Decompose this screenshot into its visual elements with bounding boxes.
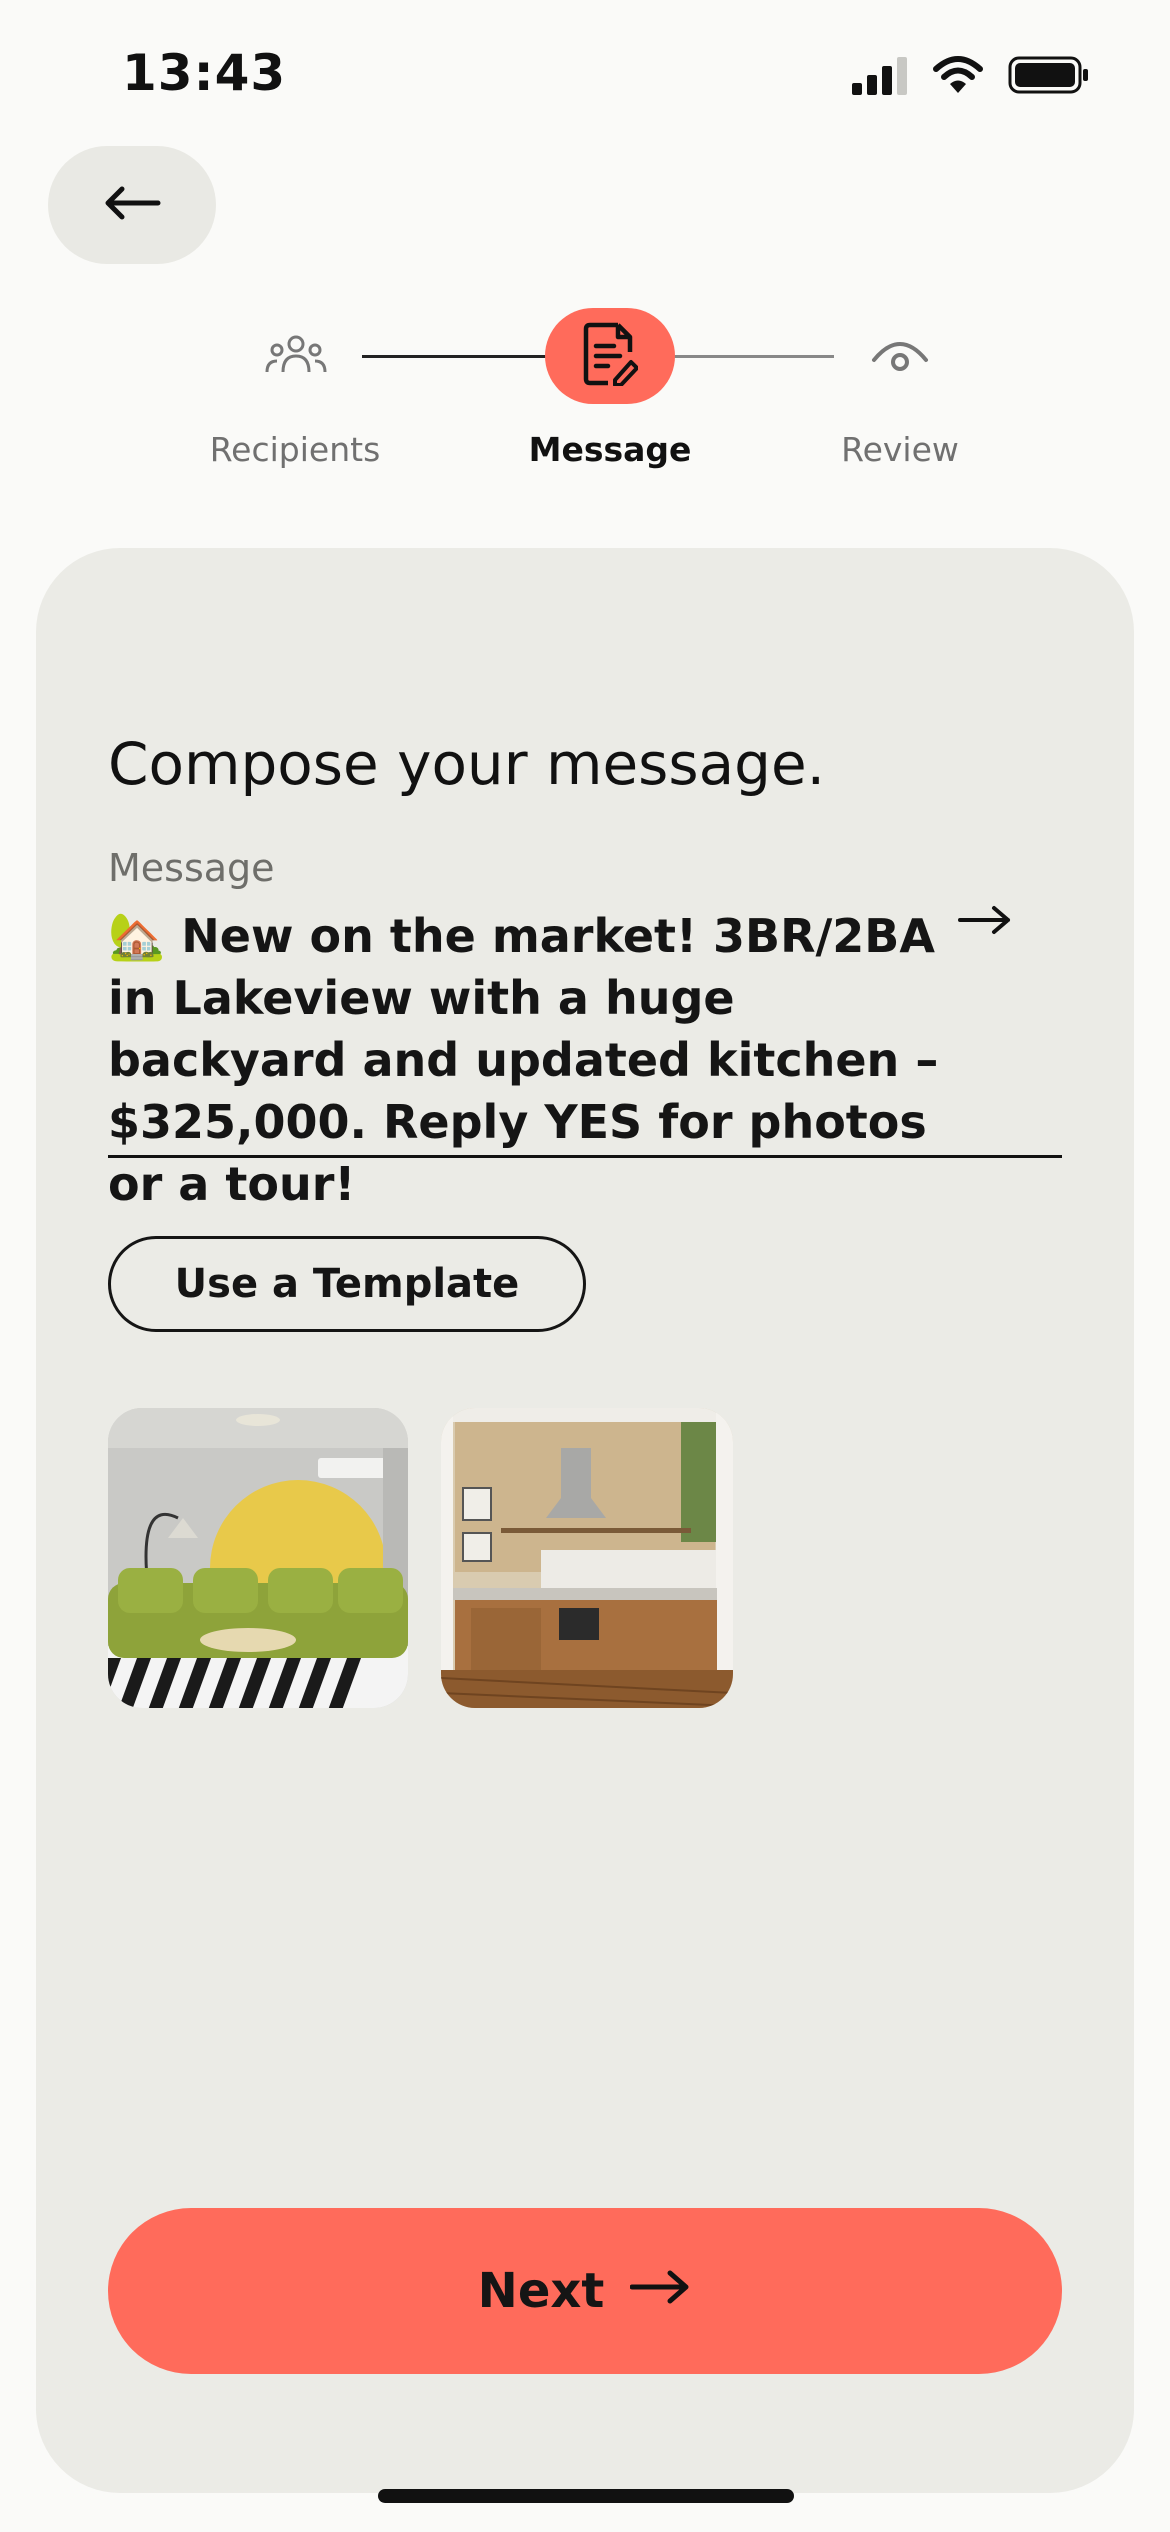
step-label-recipients: Recipients bbox=[209, 430, 381, 469]
step-label-message: Message bbox=[528, 430, 692, 469]
message-underline bbox=[108, 1155, 1062, 1158]
back-button[interactable] bbox=[48, 146, 216, 264]
arrow-left-icon bbox=[102, 185, 162, 225]
next-button[interactable]: Next bbox=[108, 2208, 1062, 2374]
message-label: Message bbox=[108, 846, 275, 890]
home-indicator[interactable] bbox=[378, 2489, 794, 2503]
stepper-line-done bbox=[362, 355, 548, 358]
arrow-right-icon bbox=[629, 2263, 692, 2319]
attachment-kitchen[interactable] bbox=[441, 1408, 733, 1708]
step-label-review: Review bbox=[841, 430, 959, 469]
living-room-photo bbox=[108, 1408, 408, 1708]
next-button-label: Next bbox=[477, 2263, 605, 2319]
send-arrow-icon[interactable] bbox=[958, 900, 1014, 944]
cellular-signal-icon bbox=[852, 55, 908, 99]
step-review[interactable] bbox=[860, 328, 940, 384]
wifi-icon bbox=[932, 55, 984, 99]
eye-icon bbox=[870, 334, 930, 378]
kitchen-photo bbox=[441, 1408, 733, 1708]
compose-heading: Compose your message. bbox=[108, 730, 826, 798]
attachment-living-room[interactable] bbox=[108, 1408, 408, 1708]
status-icons bbox=[852, 52, 1090, 102]
document-edit-icon bbox=[582, 322, 639, 390]
battery-icon bbox=[1008, 55, 1090, 99]
stepper-line-upcoming bbox=[672, 355, 834, 358]
step-message[interactable] bbox=[545, 308, 675, 404]
use-template-button[interactable]: Use a Template bbox=[108, 1236, 586, 1332]
message-input[interactable]: 🏡 New on the market! 3BR/2BA in Lakeview… bbox=[108, 905, 968, 1215]
step-recipients[interactable] bbox=[256, 324, 336, 388]
people-icon bbox=[265, 334, 327, 378]
status-time: 13:43 bbox=[122, 44, 287, 102]
